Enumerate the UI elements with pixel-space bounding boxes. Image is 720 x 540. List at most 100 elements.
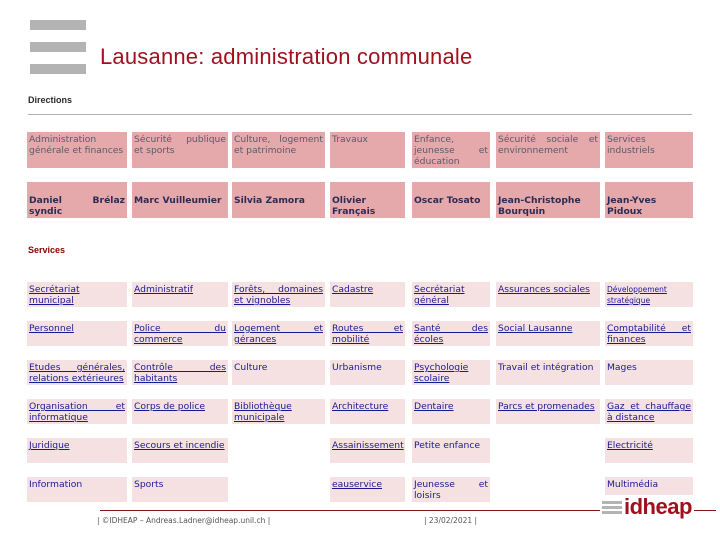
service-link[interactable]: Assurances sociales xyxy=(498,284,590,295)
service-cell[interactable]: Cadastre xyxy=(330,282,405,307)
service-cell[interactable]: Urbanisme xyxy=(330,360,405,385)
service-link[interactable]: Architecture xyxy=(332,401,388,412)
service-link[interactable]: Secours et incendie xyxy=(134,440,225,451)
service-link[interactable]: Organisation et informatique xyxy=(29,401,125,423)
service-cell[interactable]: Psychologie scolaire xyxy=(412,360,490,385)
footer-date: | 23/02/2021 | xyxy=(424,516,478,525)
service-cell[interactable]: Electricité xyxy=(605,438,693,463)
service-cell[interactable]: Architecture xyxy=(330,399,405,424)
service-cell[interactable]: Assainissement xyxy=(330,438,405,463)
service-link[interactable]: Electricité xyxy=(607,440,653,451)
direction-cell: Services industriels xyxy=(605,132,693,168)
service-link[interactable]: Psychologie scolaire xyxy=(414,362,468,384)
direction-cell: Administration générale et finances xyxy=(27,132,127,168)
service-link[interactable]: Social Lausanne xyxy=(498,323,572,334)
service-cell[interactable]: Social Lausanne xyxy=(496,321,600,346)
service-link[interactable]: eauservice xyxy=(332,479,382,490)
service-link[interactable]: Parcs et promenades xyxy=(498,401,595,412)
service-link[interactable]: Secrétariat municipal xyxy=(29,284,80,306)
direction-cell: Sécurité publique et sports xyxy=(132,132,228,168)
service-link[interactable]: Sports xyxy=(134,479,163,490)
service-cell[interactable]: Assurances sociales xyxy=(496,282,600,307)
footer-copyright: | ©IDHEAP – Andreas.Ladner@idheap.unil.c… xyxy=(97,516,271,525)
direction-cell: Enfance, jeunesse et éducation xyxy=(412,132,490,168)
service-cell[interactable]: Logement et gérances xyxy=(232,321,325,346)
service-link[interactable]: Multimédia xyxy=(607,479,658,490)
divider xyxy=(28,114,692,115)
service-cell[interactable]: eauservice xyxy=(330,477,405,502)
service-link[interactable]: Forêts, domaines et vignobles xyxy=(234,284,323,306)
service-cell[interactable]: Corps de police xyxy=(132,399,228,424)
services-heading: Services xyxy=(28,245,66,255)
service-link[interactable]: Travail et intégration xyxy=(498,362,593,373)
service-cell[interactable]: Parcs et promenades xyxy=(496,399,600,424)
service-cell[interactable]: Mages xyxy=(605,360,693,385)
service-link[interactable]: Routes et mobilité xyxy=(332,323,403,345)
service-link[interactable]: Contrôle des habitants xyxy=(134,362,226,384)
service-link[interactable]: Etudes générales, relations extérieures xyxy=(29,362,125,384)
service-cell[interactable]: Routes et mobilité xyxy=(330,321,405,346)
service-link[interactable]: Comptabilité et finances xyxy=(607,323,691,345)
logo-bar-top xyxy=(30,20,86,30)
service-link[interactable]: Petite enfance xyxy=(414,440,480,451)
service-cell[interactable]: Dentaire xyxy=(412,399,490,424)
service-cell[interactable]: Travail et intégration xyxy=(496,360,600,385)
service-link[interactable]: Logement et gérances xyxy=(234,323,323,345)
logo-bar-middle xyxy=(30,42,86,52)
service-cell[interactable]: Culture xyxy=(232,360,325,385)
service-cell[interactable]: Sports xyxy=(132,477,228,502)
service-link[interactable]: Développement stratégique xyxy=(607,285,667,305)
direction-cell: Travaux xyxy=(330,132,405,168)
service-link[interactable]: Corps de police xyxy=(134,401,205,412)
service-cell[interactable]: Contrôle des habitants xyxy=(132,360,228,385)
service-link[interactable]: Secrétariat général xyxy=(414,284,465,306)
service-cell[interactable]: Bibliothèque municipale xyxy=(232,399,325,424)
service-link[interactable]: Santé des écoles xyxy=(414,323,488,345)
service-cell[interactable]: Jeunesse et loisirs xyxy=(412,477,490,502)
service-cell[interactable]: Gaz et chauffage à distance xyxy=(605,399,693,424)
service-cell[interactable]: Secours et incendie xyxy=(132,438,228,463)
director-name-cell: Olivier Français xyxy=(330,182,405,218)
service-cell[interactable]: Développement stratégique xyxy=(605,282,693,307)
service-cell[interactable]: Petite enfance xyxy=(412,438,490,463)
service-cell[interactable]: Forêts, domaines et vignobles xyxy=(232,282,325,307)
logo-bar-bottom xyxy=(30,64,86,74)
service-cell[interactable]: Secrétariat général xyxy=(412,282,490,307)
service-cell[interactable]: Personnel xyxy=(27,321,127,346)
idheap-logo: idheap xyxy=(600,495,694,519)
service-link[interactable]: Cadastre xyxy=(332,284,373,295)
service-link[interactable]: Gaz et chauffage à distance xyxy=(607,401,691,423)
service-cell[interactable]: Etudes générales, relations extérieures xyxy=(27,360,127,385)
service-cell[interactable]: Administratif xyxy=(132,282,228,307)
director-name-cell: Marc Vuilleumier xyxy=(132,182,228,218)
page-title: Lausanne: administration communale xyxy=(100,44,473,69)
service-link[interactable]: Juridique xyxy=(29,440,70,451)
service-link[interactable]: Bibliothèque municipale xyxy=(234,401,292,423)
service-link[interactable]: Assainissement xyxy=(332,440,404,451)
director-name-cell: Jean-Yves Pidoux xyxy=(605,182,693,218)
service-cell[interactable]: Comptabilité et finances xyxy=(605,321,693,346)
direction-cell: Sécurité sociale et environnement xyxy=(496,132,600,168)
idheap-logo-bars-icon xyxy=(602,500,622,514)
service-cell[interactable]: Police du commerce xyxy=(132,321,228,346)
service-cell[interactable]: Information xyxy=(27,477,127,502)
service-cell[interactable]: Secrétariat municipal xyxy=(27,282,127,307)
service-link[interactable]: Information xyxy=(29,479,82,490)
director-name-cell: Oscar Tosato xyxy=(412,182,490,218)
director-name-cell: Silvia Zamora xyxy=(232,182,325,218)
service-link[interactable]: Culture xyxy=(234,362,267,373)
service-cell[interactable]: Organisation et informatique xyxy=(27,399,127,424)
service-link[interactable]: Mages xyxy=(607,362,637,373)
service-cell[interactable]: Santé des écoles xyxy=(412,321,490,346)
idheap-logo-text: idheap xyxy=(624,494,692,519)
service-cell[interactable]: Juridique xyxy=(27,438,127,463)
direction-cell: Culture, logement et patrimoine xyxy=(232,132,325,168)
service-link[interactable]: Administratif xyxy=(134,284,193,295)
service-link[interactable]: Personnel xyxy=(29,323,74,334)
service-link[interactable]: Urbanisme xyxy=(332,362,382,373)
directions-heading: Directions xyxy=(28,95,73,105)
director-name-cell: Daniel Brélaz syndic xyxy=(27,182,127,218)
service-link[interactable]: Police du commerce xyxy=(134,323,226,345)
service-link[interactable]: Dentaire xyxy=(414,401,454,412)
service-link[interactable]: Jeunesse et loisirs xyxy=(414,479,488,501)
